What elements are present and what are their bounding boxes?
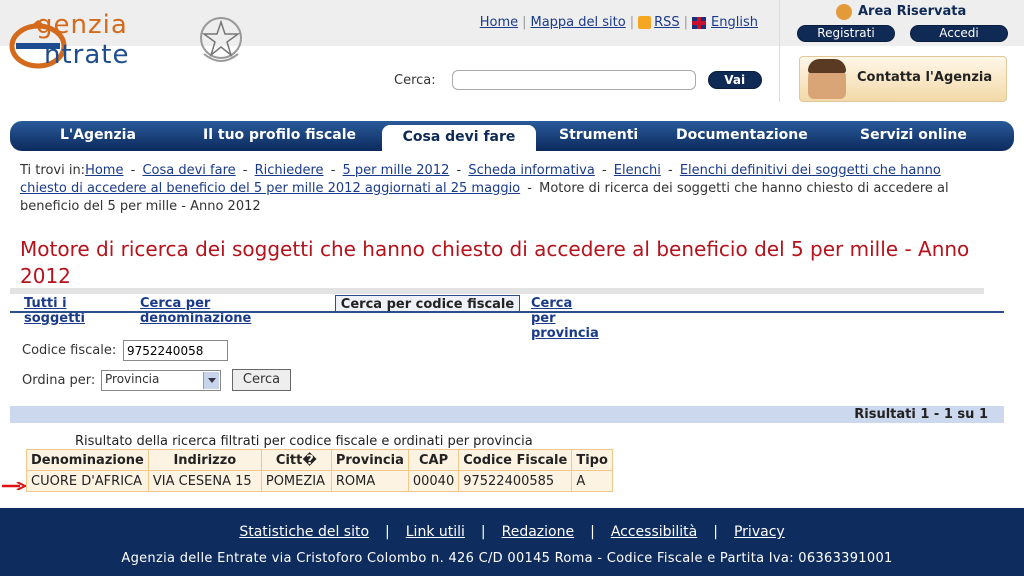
table-row[interactable]: CUORE D'AFRICA VIA CESENA 15 POMEZIA ROM… (26, 470, 613, 492)
area-riservata-label: Area Riservata (858, 4, 967, 19)
logo-text-line2: ntrate (44, 40, 130, 70)
column-header: Denominazione (26, 449, 149, 471)
search-label: Cerca: (394, 72, 436, 88)
red-arrow-icon (2, 482, 26, 490)
lock-icon (836, 4, 852, 20)
registrati-button[interactable]: Registrati (797, 25, 895, 42)
contatta-label: Contatta l'Agenzia (857, 70, 993, 85)
breadcrumb-link-home[interactable]: Home (85, 163, 123, 178)
divider: | (713, 524, 718, 540)
agenzia-entrate-logo[interactable]: genzia ntrate (8, 10, 258, 74)
breadcrumb-separator: - (523, 181, 537, 196)
results-bar: Risultati 1 - 1 su 1 (10, 406, 1004, 423)
home-link[interactable]: Home (480, 15, 518, 30)
nav-item-strumenti[interactable]: Strumenti (559, 127, 638, 143)
cell-denominazione: CUORE D'AFRICA (26, 470, 149, 492)
cell-indirizzo: VIA CESENA 15 (147, 470, 262, 492)
nav-item-servizi-online[interactable]: Servizi online (860, 127, 967, 143)
accedi-button[interactable]: Accedi (910, 25, 1008, 42)
cerca-button[interactable]: Cerca (232, 369, 291, 391)
nav-item-profilo-fiscale[interactable]: Il tuo profilo fiscale (203, 127, 356, 143)
results-summary: Risultati 1 - 1 su 1 (854, 407, 988, 422)
italian-emblem-icon (200, 17, 242, 62)
sitemap-link[interactable]: Mappa del sito (531, 15, 626, 30)
cell-cap: 00040 (407, 470, 460, 492)
results-caption: Risultato della ricerca filtrati per cod… (75, 434, 533, 449)
divider: | (590, 524, 595, 540)
footer-link-link-utili[interactable]: Link utili (406, 524, 465, 540)
logo-text-line1: genzia (36, 10, 128, 40)
cell-tipo: A (571, 470, 613, 492)
column-header: Citt� (260, 449, 332, 471)
footer-links: Statistiche del sito | Link utili | Redazion… (0, 524, 1024, 540)
footer-address: Agenzia delle Entrate via Cristoforo Col… (121, 551, 893, 566)
area-riservata-title: Area Riservata (858, 4, 966, 19)
breadcrumb-separator: - (326, 163, 340, 178)
breadcrumb-prefix: Ti trovi in: (20, 163, 86, 178)
codice-fiscale-label: Codice fiscale: (22, 343, 117, 358)
breadcrumb-separator: - (663, 163, 677, 178)
footer-link-statistiche[interactable]: Statistiche del sito (239, 524, 369, 540)
tabs-background (10, 288, 984, 294)
column-header: Codice Fiscale (458, 449, 573, 471)
tab-cerca-provincia[interactable]: Cerca per provincia (531, 296, 599, 341)
chevron-down-icon[interactable] (203, 372, 219, 389)
breadcrumb-link-elenchi[interactable]: Elenchi (614, 163, 661, 178)
codice-fiscale-input[interactable] (123, 340, 228, 361)
cell-codice-fiscale: 97522400585 (458, 470, 573, 492)
column-header: CAP (407, 449, 460, 471)
breadcrumb-link-5-per-mille[interactable]: 5 per mille 2012 (343, 163, 450, 178)
rss-link[interactable]: RSS (654, 15, 680, 30)
table-header-row: Denominazione Indirizzo Citt� Provincia … (26, 449, 613, 471)
breadcrumb: Ti trovi in:Home - Cosa devi fare - Rich… (20, 162, 980, 216)
divider: | (480, 524, 486, 540)
nav-item-cosa-devi-fare[interactable]: Cosa devi fare (382, 125, 536, 151)
divider: | (629, 15, 635, 30)
page-title: Motore di ricerca dei soggetti che hanno… (20, 237, 970, 288)
breadcrumb-separator: - (452, 163, 466, 178)
search-submit-button[interactable]: Vai (707, 71, 762, 89)
footer-link-redazione[interactable]: Redazione (502, 524, 574, 540)
ordina-per-label: Ordina per: (22, 373, 96, 388)
breadcrumb-link-cosa-devi-fare[interactable]: Cosa devi fare (142, 163, 235, 178)
footer-link-privacy[interactable]: Privacy (734, 524, 785, 540)
site-header: genzia ntrate Home | Mappa del sito | RS… (0, 0, 1024, 104)
divider: | (683, 15, 689, 30)
site-footer: Statistiche del sito | Link utili | Redazion… (0, 508, 1024, 576)
column-header: Indirizzo (147, 449, 262, 471)
results-table: Denominazione Indirizzo Citt� Provincia … (26, 449, 613, 492)
rss-icon (638, 16, 652, 29)
footer-link-accessibilita[interactable]: Accessibilità (611, 524, 697, 540)
column-header: Tipo (571, 449, 613, 471)
divider: | (385, 524, 390, 540)
contatta-agenzia-button[interactable]: Contatta l'Agenzia (799, 56, 1007, 102)
ordina-per-select[interactable]: Provincia (101, 370, 221, 391)
ordina-per-value: Provincia (105, 372, 160, 386)
top-links: Home | Mappa del sito | RSS | English (480, 15, 758, 30)
divider: | (522, 15, 527, 30)
breadcrumb-separator: - (238, 163, 252, 178)
nav-item-agenzia[interactable]: L'Agenzia (60, 127, 136, 143)
operator-hair (808, 59, 846, 73)
cell-provincia: ROMA (330, 470, 409, 492)
site-search: Cerca: Vai (394, 70, 762, 90)
column-header: Provincia (330, 449, 409, 471)
tabs-underline (10, 311, 1004, 313)
nav-item-documentazione[interactable]: Documentazione (676, 127, 808, 143)
breadcrumb-link-scheda[interactable]: Scheda informativa (468, 163, 594, 178)
cell-citta: POMEZIA (260, 470, 332, 492)
main-navigation: L'Agenzia Il tuo profilo fiscale Cosa de… (10, 121, 1014, 151)
search-input[interactable] (451, 70, 696, 90)
english-link[interactable]: English (711, 15, 758, 30)
breadcrumb-link-richiedere[interactable]: Richiedere (255, 163, 324, 178)
breadcrumb-separator: - (597, 163, 611, 178)
uk-flag-icon (692, 16, 707, 29)
breadcrumb-separator: - (126, 163, 140, 178)
